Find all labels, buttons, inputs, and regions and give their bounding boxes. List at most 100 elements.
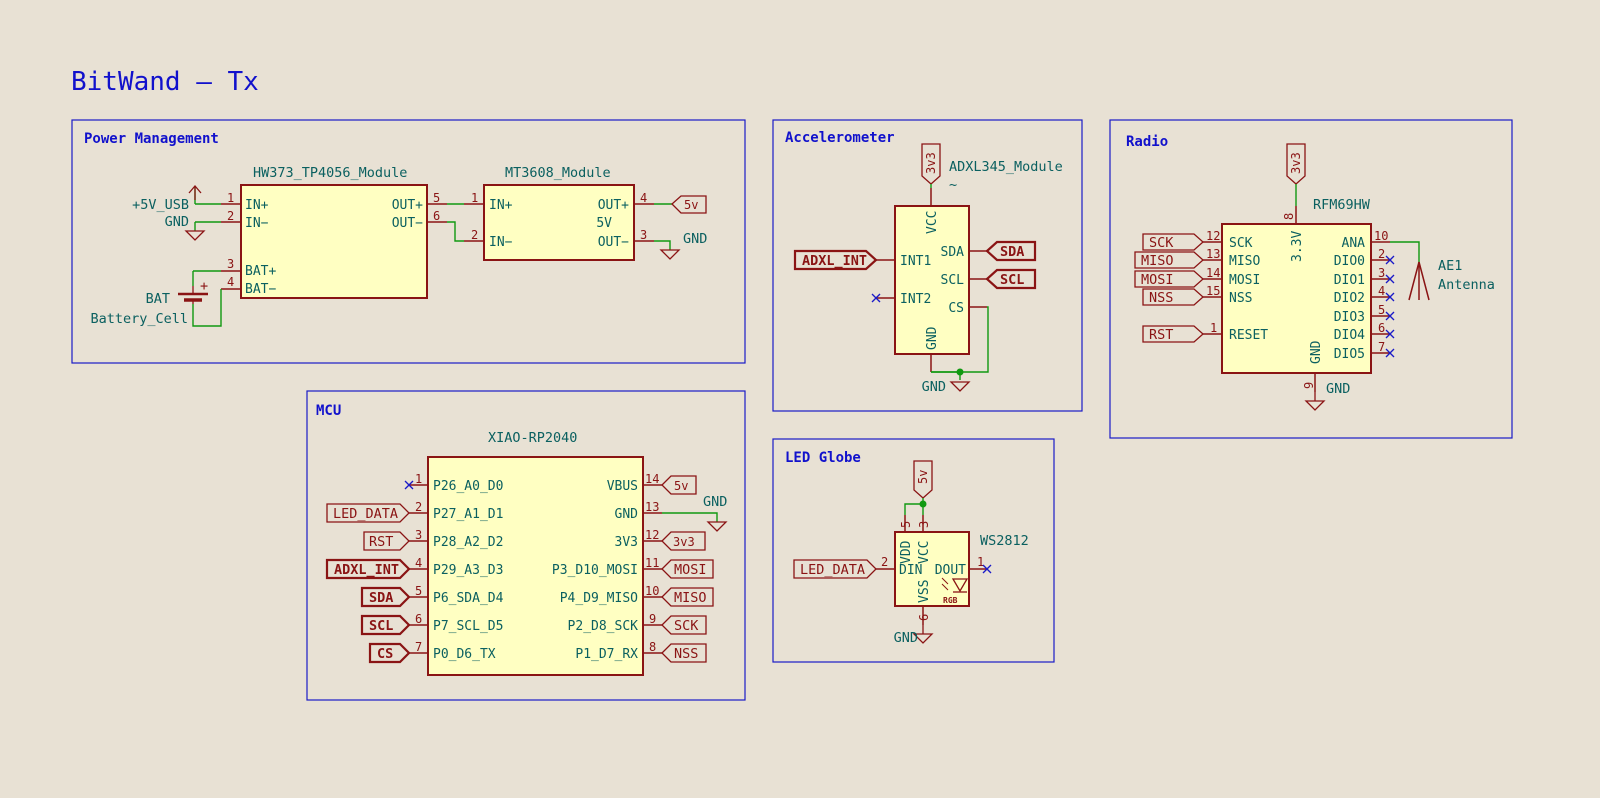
radio-gnd-label: GND	[1326, 381, 1350, 397]
tp4056-num-5: 5	[433, 191, 440, 205]
led-data-in-label[interactable]: LED_DATA	[793, 559, 877, 579]
mcu-3v3-text: 3v3	[673, 535, 695, 549]
mcu-adxl-int-label[interactable]: ADXL_INT	[325, 558, 411, 580]
radio-nss-text: NSS	[1149, 290, 1173, 306]
radio-num-1: 1	[1210, 321, 1217, 335]
tp4056-pin-bat-plus: BAT+	[245, 264, 276, 279]
power-section-title: Power Management	[84, 131, 219, 147]
mcu-pin-p0: P0_D6_TX	[433, 647, 496, 662]
mcu-pin-3v3: 3V3	[615, 535, 638, 550]
tp4056-module[interactable]: HW373_TP4056_Module IN+ IN− BAT+ BAT− OU…	[221, 165, 447, 299]
radio-pin-dio5: DIO5	[1334, 347, 1365, 362]
tp4056-name: HW373_TP4056_Module	[253, 165, 407, 181]
accel-gnd-label: GND	[922, 379, 946, 395]
schematic-title: BitWand — Tx	[71, 67, 259, 97]
usb-power-label: +5V_USB	[132, 197, 189, 213]
tp4056-num-3: 3	[227, 257, 234, 271]
mcu-num-9: 9	[649, 612, 656, 626]
mcu-scl-text: SCL	[369, 618, 393, 634]
mcu-sck-text: SCK	[674, 618, 699, 634]
radio-miso-text: MISO	[1141, 253, 1174, 269]
mcu-num-1: 1	[415, 472, 422, 486]
adxl-int-text: ADXL_INT	[802, 253, 867, 269]
tp4056-num-4: 4	[227, 275, 234, 289]
mcu-num-4: 4	[415, 556, 422, 570]
mcu-num-14: 14	[645, 472, 659, 486]
mt3608-pin-5v: 5V	[596, 216, 612, 231]
mcu-led-data-text: LED_DATA	[333, 506, 398, 522]
mcu-mosi-text: MOSI	[674, 562, 707, 578]
mcu-led-data-label[interactable]: LED_DATA	[326, 503, 410, 523]
mcu-num-2: 2	[415, 500, 422, 514]
radio-num-5: 5	[1378, 303, 1385, 317]
mcu-num-12: 12	[645, 528, 659, 542]
mt3608-num-3: 3	[640, 228, 647, 242]
mcu-num-5: 5	[415, 584, 422, 598]
led-section-title: LED Globe	[785, 450, 861, 466]
accel-scl-text: SCL	[1000, 272, 1024, 288]
radio-pin-dio4: DIO4	[1334, 328, 1365, 343]
mcu-num-10: 10	[645, 584, 659, 598]
accel-name: ADXL345_Module	[949, 159, 1063, 175]
led-data-in-text: LED_DATA	[800, 562, 865, 578]
radio-section-title: Radio	[1126, 134, 1168, 150]
accel-pin-vcc: VCC	[925, 211, 940, 234]
accel-pin-scl: SCL	[941, 273, 965, 288]
led-pin-vss: VSS	[917, 580, 932, 603]
led-rgb-text: RGB	[943, 596, 958, 605]
radio-num-9: 9	[1302, 382, 1316, 389]
tp4056-num-1: 1	[227, 191, 234, 205]
mcu-cs-text: CS	[377, 646, 393, 662]
led-name: WS2812	[980, 533, 1029, 549]
accel-3v3-text: 3v3	[924, 152, 938, 174]
mcu-5v-text: 5v	[674, 479, 688, 493]
accel-value: ~	[949, 177, 957, 193]
five-volt-out-text: 5v	[684, 198, 698, 212]
mt3608-num-4: 4	[640, 191, 647, 205]
radio-sck-text: SCK	[1149, 235, 1174, 251]
gnd-label-mt3608: GND	[683, 231, 707, 247]
led-num-2: 2	[881, 555, 888, 569]
mcu-num-11: 11	[645, 556, 659, 570]
xiao-rp2040-module[interactable]: P26_A0_D0 P27_A1_D1 P28_A2_D2 P29_A3_D3 …	[409, 456, 662, 676]
radio-pin-dio3: DIO3	[1334, 310, 1365, 325]
mcu-pin-p2: P2_D8_SCK	[568, 619, 639, 634]
tp4056-num-2: 2	[227, 209, 234, 223]
battery-plus-mark: +	[200, 278, 208, 294]
led-gnd-label: GND	[894, 630, 918, 646]
accel-sda-text: SDA	[1000, 244, 1024, 260]
battery-value: Battery_Cell	[90, 311, 188, 327]
mcu-sda-text: SDA	[369, 590, 393, 606]
radio-pin-miso: MISO	[1229, 254, 1260, 269]
mcu-num-13: 13	[645, 500, 659, 514]
radio-name: RFM69HW	[1313, 197, 1371, 213]
led-num-5: 5	[899, 521, 913, 528]
radio-pin-sck: SCK	[1229, 236, 1253, 251]
radio-3v3-text: 3v3	[1289, 152, 1303, 174]
radio-pin-dio2: DIO2	[1334, 291, 1365, 306]
mt3608-num-1: 1	[471, 191, 478, 205]
radio-num-15: 15	[1206, 284, 1220, 298]
radio-rst-text: RST	[1149, 327, 1173, 343]
mcu-name: XIAO-RP2040	[488, 430, 577, 446]
accel-pin-gnd: GND	[925, 326, 940, 350]
radio-num-14: 14	[1206, 266, 1220, 280]
tp4056-pin-in-minus: IN−	[245, 216, 269, 231]
accel-section-title: Accelerometer	[785, 130, 895, 146]
mcu-section-title: MCU	[316, 403, 341, 419]
adxl-int-label[interactable]: ADXL_INT	[793, 249, 878, 271]
rfm69hw-module[interactable]: 8 3.3V SCK MISO MOSI NSS RESET 12 13 14 …	[1203, 206, 1390, 392]
radio-mosi-text: MOSI	[1141, 272, 1174, 288]
radio-pin-dio0: DIO0	[1334, 254, 1365, 269]
radio-num-4: 4	[1378, 284, 1385, 298]
radio-num-8: 8	[1282, 213, 1296, 220]
radio-num-12: 12	[1206, 229, 1220, 243]
accel-pin-int1: INT1	[900, 254, 931, 269]
radio-num-6: 6	[1378, 321, 1385, 335]
accel-pin-int2: INT2	[900, 292, 931, 307]
battery-ref: BAT	[146, 291, 170, 307]
radio-num-2: 2	[1378, 247, 1385, 261]
tp4056-pin-out-minus: OUT−	[392, 216, 423, 231]
led-num-1: 1	[977, 555, 984, 569]
led-pin-vcc: VCC	[917, 541, 932, 564]
